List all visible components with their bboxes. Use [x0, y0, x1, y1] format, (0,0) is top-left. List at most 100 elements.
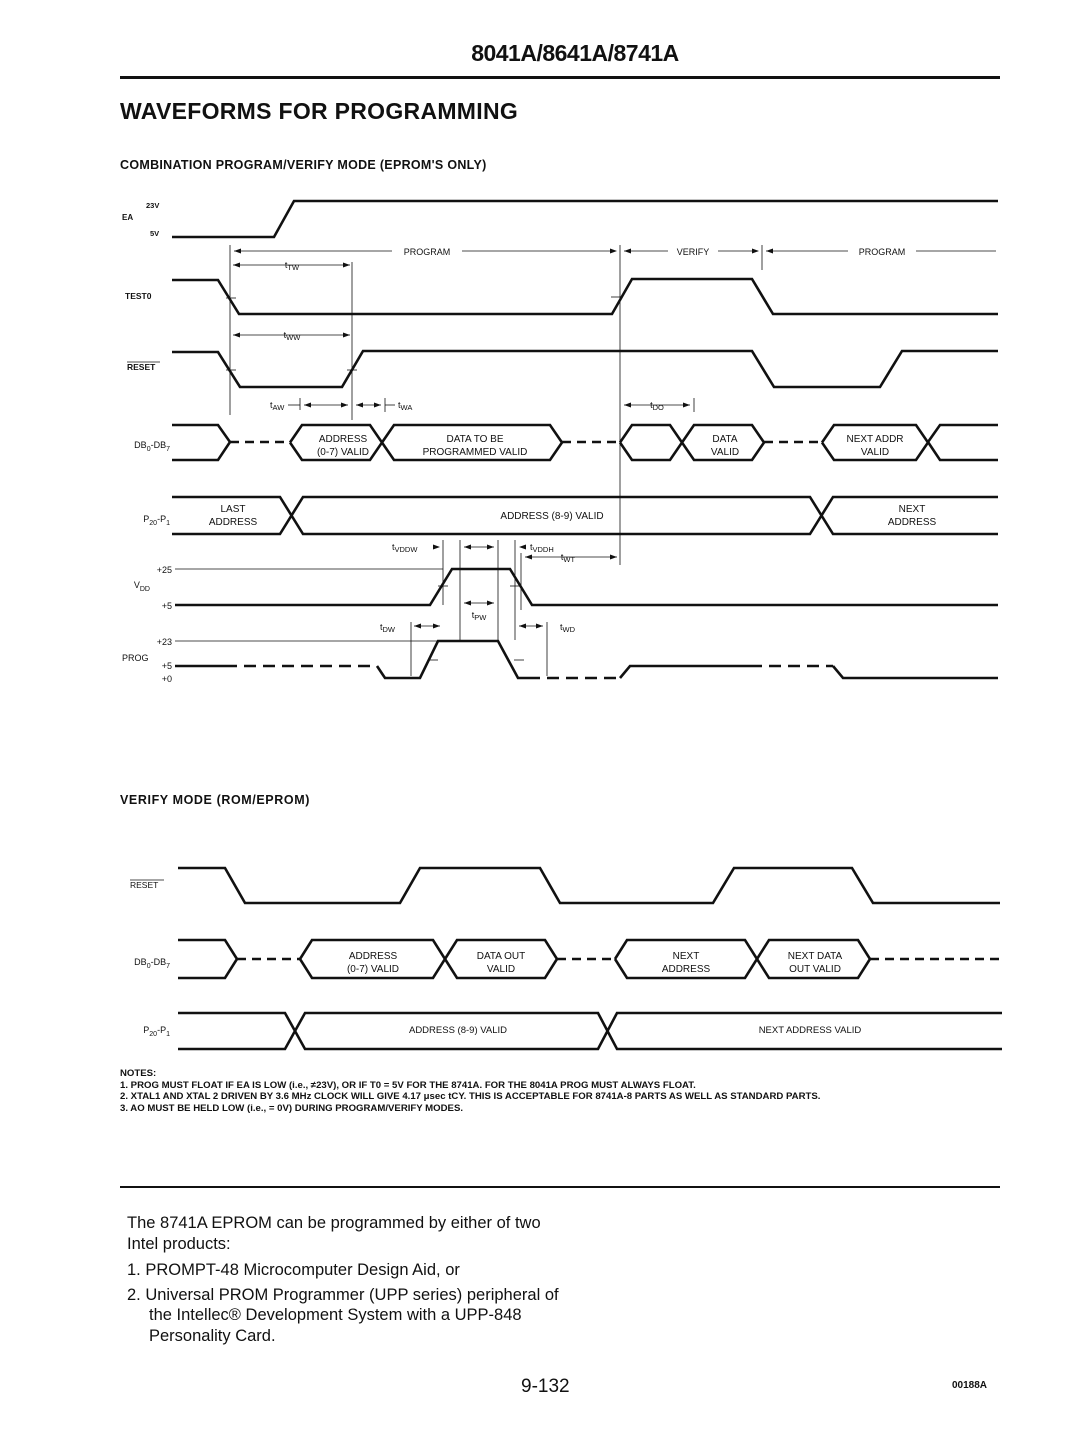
p20-field-next-address-line1: NEXT — [899, 504, 926, 515]
prog-level-23: +23 — [157, 637, 172, 647]
prog-waveform-end — [832, 665, 998, 680]
prog-waveform-mid — [619, 664, 750, 679]
tvddw-label: tVDDW — [392, 542, 418, 554]
body-item-1: 1. PROMPT-48 Microcomputer Design Aid, o… — [127, 1261, 460, 1279]
ttw-dimension-arrow-left — [233, 262, 240, 268]
tdo-label: tDO — [650, 400, 664, 412]
verify-db-field-data-out-text-line2: VALID — [487, 964, 515, 975]
tvddh-arrow — [519, 544, 526, 550]
ea-label: EA — [122, 213, 133, 222]
verify-db-waveform-start — [178, 938, 239, 980]
page-number: 9-132 — [521, 1376, 570, 1397]
note-1: 1. PROG MUST FLOAT IF EA IS LOW (i.e., ≠… — [120, 1079, 696, 1091]
phase1-arrow-right — [610, 248, 617, 254]
test0-label: TEST0 — [125, 291, 152, 301]
taw-label: tAW — [270, 400, 285, 412]
twd-dimension-arrow-right — [536, 623, 543, 629]
twd-label: tWD — [560, 622, 576, 634]
reset-label: RESET — [127, 362, 156, 372]
p20-field-next-address-line2: ADDRESS — [888, 517, 937, 528]
verify-reset-waveform — [178, 866, 1000, 905]
vdd-level-5: +5 — [162, 601, 172, 611]
db-field-next-addr-text-line1: NEXT ADDR — [846, 434, 903, 445]
verify-db-field-next-data-text-line1: NEXT DATA — [788, 951, 843, 962]
phase-label-program: PROGRAM — [404, 247, 451, 257]
tww-dimension-arrow-right — [343, 332, 350, 338]
db-waveform-start — [172, 423, 232, 462]
taw-dimension-arrow-left — [304, 402, 311, 408]
verify-reset-label: RESET — [130, 880, 158, 890]
vdd-level-25: +25 — [157, 565, 172, 575]
notes-heading: NOTES: — [120, 1068, 157, 1079]
tvddw-arrow — [433, 544, 440, 550]
db-label: DB0-DB7 — [134, 440, 170, 453]
tvddh-label: tVDDH — [530, 542, 554, 554]
vdd-label: VDD — [134, 580, 150, 593]
note-3: 3. AO MUST BE HELD LOW (i.e., = 0V) DURI… — [120, 1102, 464, 1114]
tpw-dimension-arrow-right — [487, 600, 494, 606]
phase-label-verify: VERIFY — [677, 247, 710, 257]
tpw-label: tPW — [472, 610, 488, 622]
verify-db-field-next-address-text-line2: ADDRESS — [662, 964, 711, 975]
tww-dimension-arrow-left — [233, 332, 240, 338]
db-field-data-program-text-line1: DATA TO BE — [446, 434, 503, 445]
verify-db-field-address-text-line1: ADDRESS — [349, 951, 398, 962]
tdw-dimension-arrow-left — [414, 623, 421, 629]
db-field-data-valid-text-line2: VALID — [711, 447, 739, 458]
tpw-upper-dimension-arrow-left — [464, 544, 471, 550]
timing-diagrams: 23V EA 5V PROGRAM VERIFY PROGRAM tTW TEST0 tWW RE… — [122, 199, 1002, 1051]
ea-level-23v: 23V — [146, 201, 159, 210]
twa-label: tWA — [398, 400, 412, 412]
phase1-arrow — [234, 248, 241, 254]
ttw-label: tTW — [285, 260, 300, 272]
db-waveform-end-bottom — [926, 441, 998, 462]
prog-waveform-pulse — [375, 639, 528, 680]
verify-db-label: DB0-DB7 — [134, 957, 170, 970]
twt-dimension-arrow-left — [525, 554, 532, 560]
twa-dimension-arrow-left — [356, 402, 363, 408]
verify-arrow-right — [752, 248, 759, 254]
tww-label: tWW — [284, 330, 302, 342]
tdw-dimension-arrow-right — [433, 623, 440, 629]
taw-dimension-arrow-right — [341, 402, 348, 408]
tpw-upper-dimension-arrow-right — [487, 544, 494, 550]
prog-label: PROG — [122, 653, 149, 663]
phase-label-program-2: PROGRAM — [859, 247, 906, 257]
db-waveform-end-top — [926, 423, 998, 443]
db-field-blank — [618, 423, 684, 462]
body-text: The 8741A EPROM can be programmed by eit… — [127, 1213, 567, 1350]
ea-level-5v: 5V — [150, 229, 159, 238]
p20-field-last-address-line1: LAST — [220, 504, 245, 515]
db-field-address-text-line2: (0-7) VALID — [317, 447, 369, 458]
vdd-waveform — [175, 567, 998, 607]
tdo-dimension-arrow-left — [624, 402, 631, 408]
reset-waveform — [172, 349, 998, 389]
db-field-data-valid-text-line1: DATA — [712, 434, 738, 445]
p20-label: P20-P1 — [143, 514, 170, 527]
verify-p20-field-address-valid: ADDRESS (8-9) VALID — [409, 1025, 507, 1036]
verify-db-field-next-address-text-line1: NEXT — [673, 951, 700, 962]
body-rule — [120, 1186, 1000, 1188]
doc-id: 00188A — [952, 1380, 988, 1391]
prog-level-5: +5 — [162, 661, 172, 671]
db-field-next-addr-text-line2: VALID — [861, 447, 889, 458]
db-field-data-program-text-line2: PROGRAMMED VALID — [423, 447, 528, 458]
note-2: 2. XTAL1 AND XTAL 2 DRIVEN BY 3.6 MHz CL… — [120, 1091, 821, 1102]
p20-field-address-valid: ADDRESS (8-9) VALID — [500, 511, 603, 522]
verify-db-field-next-data-text-line2: OUT VALID — [789, 964, 841, 975]
test0-waveform — [172, 277, 998, 316]
verify-db-field-address-text-line2: (0-7) VALID — [347, 964, 399, 975]
p20-field-last-address-line2: ADDRESS — [209, 517, 258, 528]
verify-db-field-data-out-text-line1: DATA OUT — [477, 951, 526, 962]
db-field-address-text-line1: ADDRESS — [319, 434, 368, 445]
twt-dimension-arrow-right — [610, 554, 617, 560]
ttw-dimension-arrow-right — [343, 262, 350, 268]
twd-dimension-arrow-left — [519, 623, 526, 629]
body-item-2: 2. Universal PROM Programmer (UPP series… — [127, 1285, 559, 1345]
tdw-label: tDW — [380, 622, 396, 634]
twt-label: tWT — [561, 552, 576, 564]
body-intro: The 8741A EPROM can be programmed by eit… — [127, 1214, 541, 1253]
verify-p20-label: P20-P1 — [143, 1025, 170, 1038]
notes: NOTES: 1. PROG MUST FLOAT IF EA IS LOW (… — [120, 1068, 820, 1114]
verify-p20-field-next-address-valid: NEXT ADDRESS VALID — [759, 1025, 862, 1036]
